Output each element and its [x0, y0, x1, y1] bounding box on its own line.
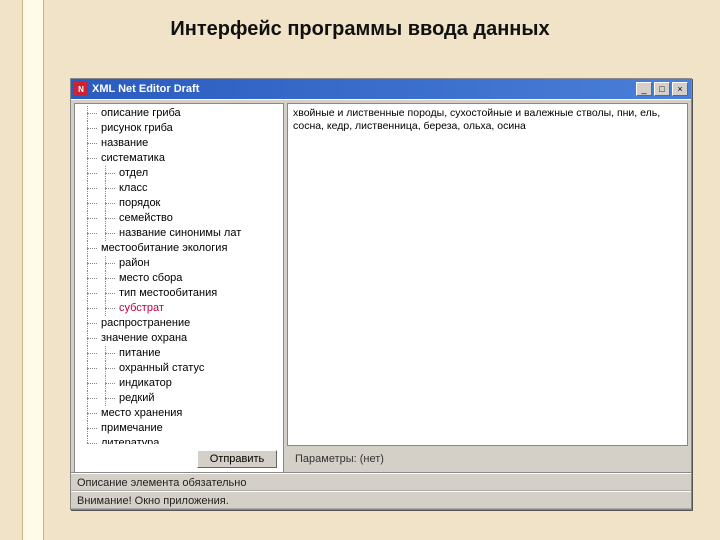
tree-item-label: редкий	[119, 392, 155, 404]
tree-item-label: литература	[101, 437, 159, 444]
tree-item-label: распространение	[101, 317, 190, 329]
tree-item[interactable]: индикатор	[79, 376, 279, 391]
tree-item[interactable]: редкий	[79, 391, 279, 406]
tree-item-label: индикатор	[119, 377, 172, 389]
tree-item[interactable]: название синонимы лат	[79, 226, 279, 241]
maximize-button[interactable]: □	[654, 82, 670, 96]
tree-item-label: тип местообитания	[119, 287, 217, 299]
titlebar[interactable]: N XML Net Editor Draft _ □ ×	[71, 79, 691, 99]
tree-item-label: питание	[119, 347, 160, 359]
tree-item-label: описание гриба	[101, 107, 181, 119]
tree-item[interactable]: местообитание экология	[79, 241, 279, 256]
tree-item-label: отдел	[119, 167, 148, 179]
tree-item[interactable]: распространение	[79, 316, 279, 331]
tree-pane: описание гриба рисунок гриба название систе…	[74, 103, 284, 475]
submit-button[interactable]: Отправить	[197, 450, 277, 468]
tree-list: описание гриба рисунок гриба название систе…	[79, 106, 279, 444]
app-icon: N	[74, 82, 88, 96]
tree-item-label: название синонимы лат	[119, 227, 241, 239]
tree-item[interactable]: описание гриба	[79, 106, 279, 121]
tree-item[interactable]: тип местообитания	[79, 286, 279, 301]
tree-item[interactable]: примечание	[79, 421, 279, 436]
slide-stripe	[22, 0, 44, 540]
tree-item-label: субстрат	[119, 302, 164, 314]
tree-item-label: место хранения	[101, 407, 182, 419]
tree-item[interactable]: район	[79, 256, 279, 271]
tree-item-label: примечание	[101, 422, 163, 434]
status-line-1: Описание элемента обязательно	[71, 473, 691, 491]
tree-item[interactable]: охранный статус	[79, 361, 279, 376]
slide-title: Интерфейс программы ввода данных	[0, 18, 720, 41]
status-bar: Описание элемента обязательно Внимание! …	[71, 472, 691, 509]
tree-item-label: семейство	[119, 212, 173, 224]
tree-item[interactable]: систематика	[79, 151, 279, 166]
minimize-button[interactable]: _	[636, 82, 652, 96]
tree-item[interactable]: класс	[79, 181, 279, 196]
tree-item[interactable]: место хранения	[79, 406, 279, 421]
tree-item-label: систематика	[101, 152, 165, 164]
tree-item[interactable]: порядок	[79, 196, 279, 211]
status-line-2: Внимание! Окно приложения.	[71, 491, 691, 509]
tree-item[interactable]: питание	[79, 346, 279, 361]
parameters-label: Параметры: (нет)	[287, 449, 688, 469]
tree-item-label: рисунок гриба	[101, 122, 173, 134]
tree-item[interactable]: название	[79, 136, 279, 151]
tree-item-label: значение охрана	[101, 332, 187, 344]
tree-item[interactable]: отдел	[79, 166, 279, 181]
tree-item-label: место сбора	[119, 272, 182, 284]
tree-item-label: класс	[119, 182, 147, 194]
close-button[interactable]: ×	[672, 82, 688, 96]
tree-item-label: район	[119, 257, 150, 269]
tree-item[interactable]: место сбора	[79, 271, 279, 286]
tree-item[interactable]: субстрат	[79, 301, 279, 316]
tree-item[interactable]: рисунок гриба	[79, 121, 279, 136]
tree-item-label: порядок	[119, 197, 160, 209]
tree-item-label: охранный статус	[119, 362, 204, 374]
tree-item[interactable]: значение охрана	[79, 331, 279, 346]
tree-item[interactable]: семейство	[79, 211, 279, 226]
tree-item-label: название	[101, 137, 148, 149]
content-textarea[interactable]: хвойные и лиственные породы, сухостойные…	[287, 103, 688, 446]
window-title: XML Net Editor Draft	[92, 83, 636, 95]
tree-item-label: местообитание экология	[101, 242, 227, 254]
tree-item[interactable]: литература	[79, 436, 279, 444]
app-window: N XML Net Editor Draft _ □ × описание гр…	[70, 78, 692, 510]
